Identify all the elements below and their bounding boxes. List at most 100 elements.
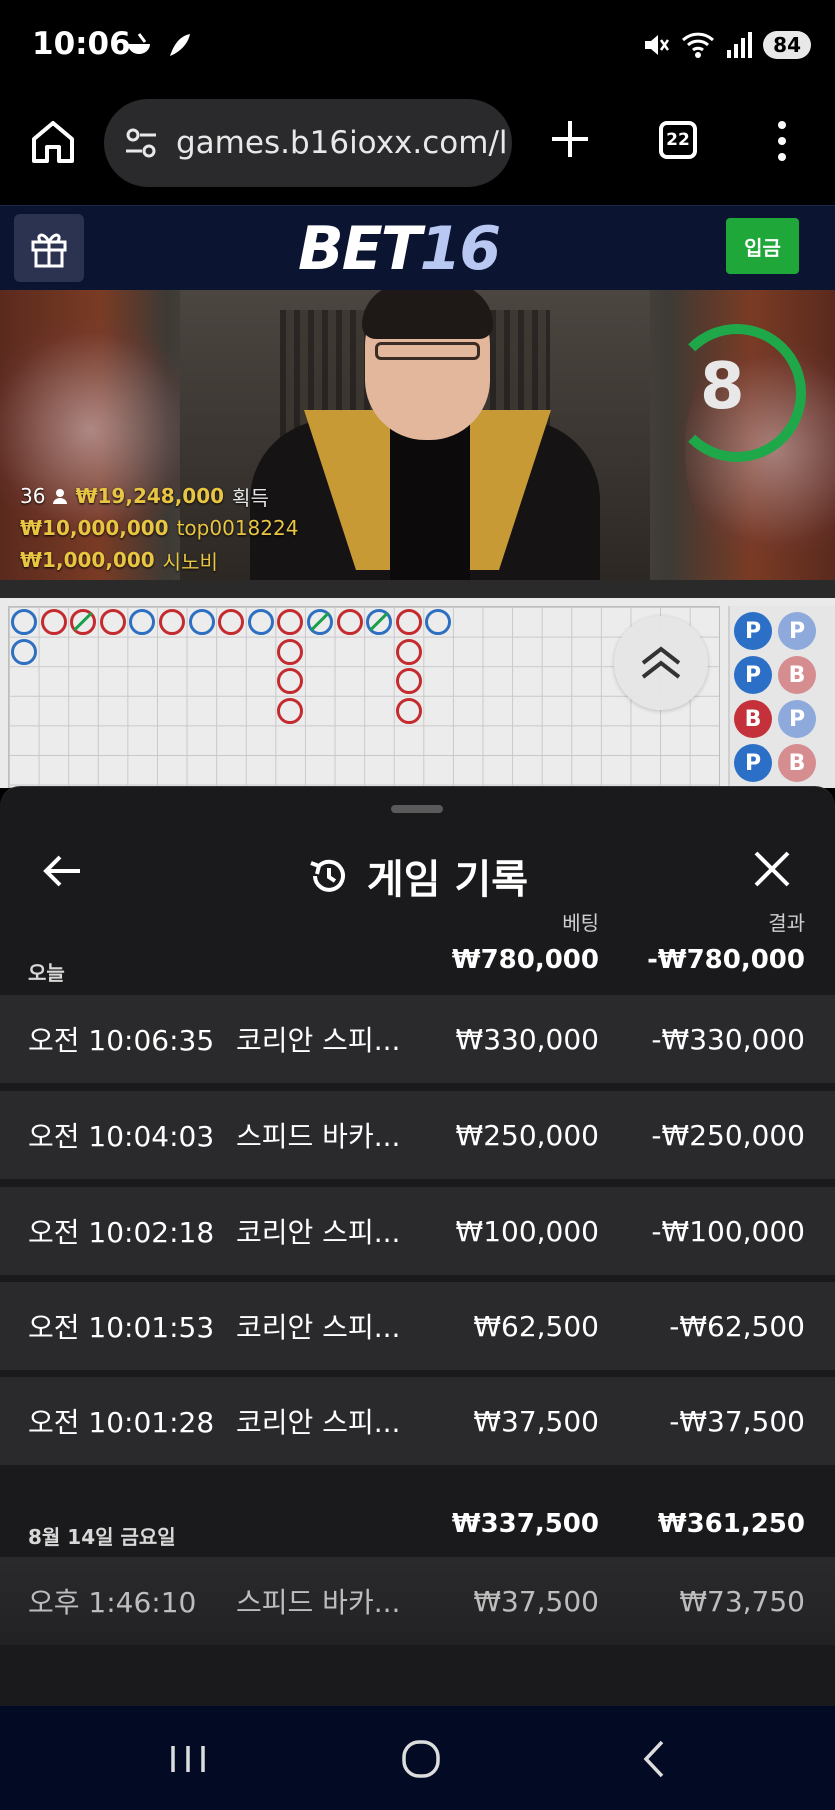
gift-icon <box>31 233 67 268</box>
banker-bead <box>395 668 422 695</box>
row-time: 오전 10:01:53 <box>28 1311 215 1344</box>
banker-chip: B <box>778 744 816 782</box>
player-bead <box>188 609 215 635</box>
row-game: 코리안 스피... <box>236 1311 401 1344</box>
player-chip: P <box>778 700 816 738</box>
row-time: 오후 1:46:10 <box>28 1586 197 1619</box>
row-time: 오전 10:02:18 <box>28 1216 215 1249</box>
status-bar: 10:06 84 <box>0 0 835 95</box>
banker-bead <box>336 609 363 635</box>
battery-indicator: 84 <box>763 31 811 59</box>
double-chevron-up-icon <box>641 646 681 679</box>
home-icon[interactable] <box>28 117 78 167</box>
browser-toolbar: games.b16ioxx.com/l 22 <box>0 95 835 205</box>
weather-icon <box>128 33 150 54</box>
back-nav-icon[interactable] <box>630 1734 680 1784</box>
player-chip: P <box>778 612 816 650</box>
banker-bead <box>395 638 422 665</box>
player-chip: P <box>734 744 772 782</box>
banker-bead <box>277 638 304 665</box>
top-user: top0018224 <box>176 516 299 540</box>
row-game: 코리안 스피... <box>236 1216 401 1249</box>
row-game: 스피드 바카... <box>236 1120 401 1153</box>
user-icon <box>53 489 68 504</box>
row-result: -₩100,000 <box>651 1214 805 1248</box>
history-row[interactable]: 오전 10:01:28 코리안 스피... ₩37,500 -₩37,500 <box>0 1377 835 1465</box>
close-icon[interactable] <box>752 849 792 889</box>
row-game: 코리안 스피... <box>236 1024 401 1057</box>
player-chip: P <box>734 656 772 694</box>
banker-bead <box>218 609 245 635</box>
player-bead <box>129 609 156 635</box>
player-bead <box>425 609 452 635</box>
row-result: -₩37,500 <box>669 1404 805 1438</box>
gift-button[interactable] <box>14 214 84 282</box>
status-time: 10:06 <box>32 26 131 62</box>
winners-overlay: 36 ₩19,248,000 획득 ₩10,000,000 top0018224… <box>20 480 298 576</box>
row-bet: ₩62,500 <box>473 1309 599 1343</box>
group-result-total: -₩780,000 <box>647 945 805 975</box>
row-bet: ₩330,000 <box>455 1022 599 1056</box>
row-time: 오전 10:04:03 <box>28 1120 215 1153</box>
row-result: -₩330,000 <box>651 1022 805 1056</box>
row-bet: ₩100,000 <box>455 1214 599 1248</box>
url-text[interactable]: games.b16ioxx.com/l <box>176 125 508 161</box>
wifi-icon <box>682 32 715 58</box>
row-game: 코리안 스피... <box>236 1406 401 1439</box>
history-row[interactable]: 오전 10:06:35 코리안 스피... ₩330,000 -₩330,000 <box>0 995 835 1083</box>
recent-apps-icon[interactable] <box>163 1734 213 1784</box>
column-result: 결과 <box>768 911 805 935</box>
live-video[interactable]: 8 36 ₩19,248,000 획득 ₩10,000,000 top00182… <box>0 290 835 598</box>
new-tab-icon[interactable] <box>548 117 592 161</box>
banker-bead <box>40 609 67 635</box>
win-suffix: 획득 <box>232 485 269 510</box>
banker-bead <box>277 609 304 635</box>
banker-bead <box>395 697 422 724</box>
group-bet-total: ₩337,500 <box>451 1509 599 1539</box>
player-bead <box>11 609 37 635</box>
row-result: -₩250,000 <box>651 1118 805 1152</box>
expand-button[interactable] <box>614 616 708 710</box>
feather-icon <box>170 34 190 56</box>
column-headers: 베팅 결과 <box>0 907 835 937</box>
history-row[interactable]: 오전 10:01:53 코리안 스피... ₩62,500 -₩62,500 <box>0 1282 835 1370</box>
bet16-logo[interactable]: BET16 <box>298 214 501 284</box>
group-bet-total: ₩780,000 <box>451 945 599 975</box>
sheet-title: 게임 기록 <box>366 857 529 903</box>
home-nav-icon[interactable] <box>396 1734 446 1784</box>
history-row[interactable]: 오전 10:04:03 스피드 바카... ₩250,000 -₩250,000 <box>0 1091 835 1179</box>
group-result-total: ₩361,250 <box>657 1509 805 1539</box>
deposit-button[interactable]: 입금 <box>726 218 799 274</box>
roadmap-panel: PPBPPBPB <box>0 598 835 788</box>
tab-count-button[interactable]: 22 <box>659 121 697 159</box>
history-icon <box>310 859 345 892</box>
banker-bead <box>277 697 304 724</box>
status-left-icons <box>124 30 194 60</box>
site-header: BET16 입금 <box>0 205 835 290</box>
row-bet: ₩250,000 <box>455 1118 599 1152</box>
more-menu-icon[interactable] <box>772 119 792 163</box>
tip-label: 시노비 <box>162 549 218 574</box>
banker-chip: B <box>778 656 816 694</box>
banker-bead <box>277 668 304 695</box>
top-amount: ₩10,000,000 <box>20 516 169 540</box>
history-row[interactable]: 오전 10:02:18 코리안 스피... ₩100,000 -₩100,000 <box>0 1187 835 1275</box>
site-settings-icon[interactable] <box>122 123 162 163</box>
banker-bead <box>99 609 126 635</box>
player-chip: P <box>734 612 772 650</box>
row-result: ₩73,750 <box>679 1584 805 1618</box>
address-bar[interactable]: games.b16ioxx.com/l <box>104 99 512 187</box>
sheet-drag-handle[interactable] <box>391 805 443 813</box>
big-road: PPBPPBPB <box>728 606 835 788</box>
row-result: -₩62,500 <box>669 1309 805 1343</box>
row-time: 오전 10:06:35 <box>28 1024 215 1057</box>
game-history-sheet: 게임 기록 베팅 결과 오늘 ₩780,000 -₩780,000 오전 10:… <box>0 786 835 1706</box>
group-date: 오늘 <box>28 961 65 985</box>
history-row[interactable]: 오후 1:46:10 스피드 바카... ₩37,500 ₩73,750 <box>0 1557 835 1645</box>
countdown-timer: 8 <box>700 350 745 424</box>
winners-count: 36 <box>20 484 46 508</box>
group-date: 8월 14일 금요일 <box>28 1525 176 1549</box>
group-header: 8월 14일 금요일 ₩337,500 ₩361,250 <box>0 1509 835 1553</box>
status-right-icons: 84 <box>641 30 811 60</box>
row-game: 스피드 바카... <box>236 1586 401 1619</box>
